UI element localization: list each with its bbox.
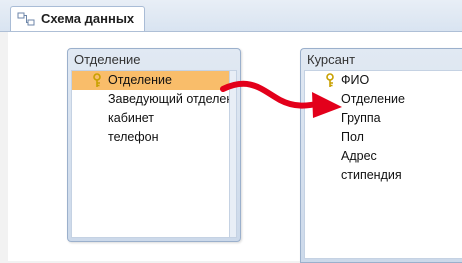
field-row[interactable]: Группа (305, 109, 462, 128)
field-name: Отделение (341, 92, 405, 106)
field-name: Адрес (341, 149, 377, 163)
field-row[interactable]: Отделение (72, 71, 236, 90)
tab-label: Схема данных (41, 11, 135, 26)
field-list[interactable]: Отделение Заведующий отделением кабинет … (71, 70, 237, 238)
table-window-otdelenie[interactable]: Отделение Отделение Заведующий отделение… (67, 48, 241, 242)
field-name: Заведующий отделением (108, 92, 236, 106)
document-tab-strip: Схема данных (0, 0, 462, 32)
vertical-scrollbar[interactable] (229, 71, 236, 237)
field-name: Отделение (108, 73, 172, 87)
field-list[interactable]: ФИО Отделение Группа Пол Адрес стипендия (304, 70, 462, 259)
relationships-icon (17, 12, 35, 26)
table-window-kursant[interactable]: Курсант ФИО Отделение Группа Пол Адрес с… (300, 48, 462, 263)
field-name: телефон (108, 130, 159, 144)
field-row[interactable]: Адрес (305, 147, 462, 166)
field-row[interactable]: стипендия (305, 166, 462, 185)
field-row[interactable]: ФИО (305, 71, 462, 90)
tab-data-schema[interactable]: Схема данных (10, 6, 145, 31)
field-name: стипендия (341, 168, 402, 182)
field-name: ФИО (341, 73, 370, 87)
field-name: Пол (341, 130, 364, 144)
table-title[interactable]: Курсант (307, 52, 355, 67)
table-title[interactable]: Отделение (74, 52, 141, 67)
field-name: Группа (341, 111, 381, 125)
field-row[interactable]: Пол (305, 128, 462, 147)
field-row[interactable]: кабинет (72, 109, 236, 128)
field-row[interactable]: Заведующий отделением (72, 90, 236, 109)
primary-key-icon (326, 73, 334, 87)
field-row[interactable]: Отделение (305, 90, 462, 109)
field-row[interactable]: телефон (72, 128, 236, 147)
field-name: кабинет (108, 111, 155, 125)
primary-key-icon (93, 73, 101, 87)
